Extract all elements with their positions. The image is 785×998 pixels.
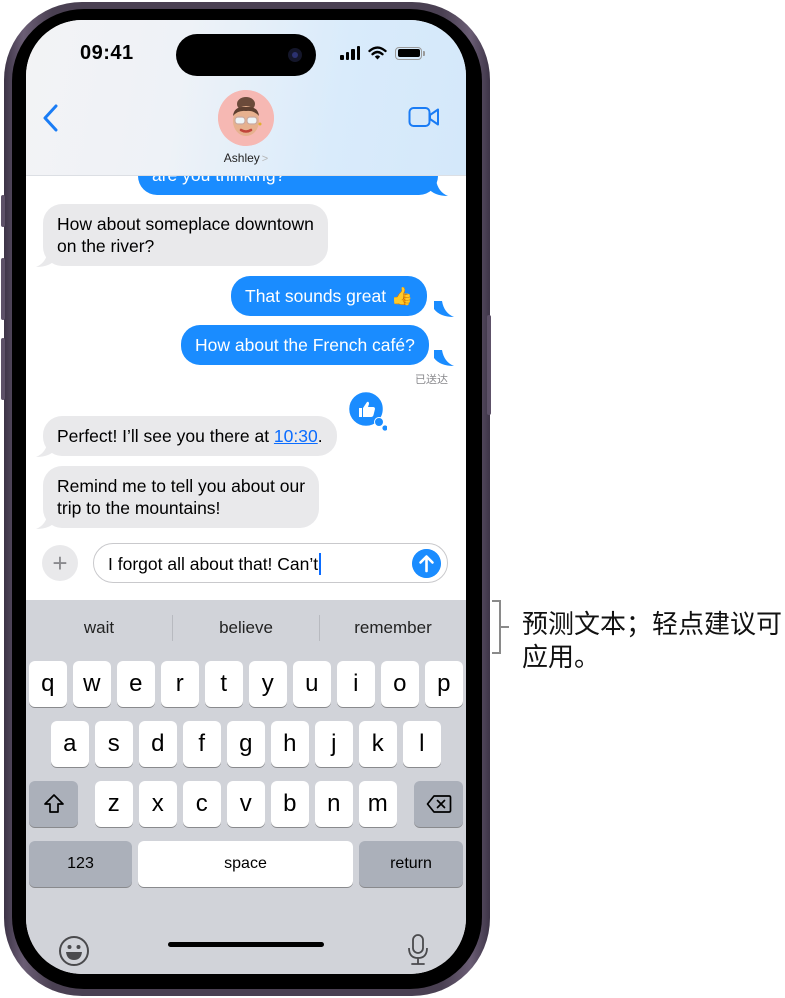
key-c[interactable]: c	[183, 781, 221, 827]
delete-key[interactable]	[414, 781, 463, 827]
battery-full-icon	[395, 46, 425, 60]
delivered-status: 已送达	[415, 374, 448, 386]
microphone-icon[interactable]	[406, 933, 430, 967]
keyboard: wait believe remember qwertyuiop asdfghj…	[26, 600, 466, 974]
thumbs-up-emoji: 👍	[390, 286, 413, 306]
message-bubble-incoming[interactable]: Remind me to tell you about our trip to …	[43, 466, 320, 528]
message-input[interactable]: I forgot all about that! Can’t	[93, 543, 448, 583]
key-y[interactable]: y	[249, 661, 287, 707]
key-b[interactable]: b	[271, 781, 309, 827]
status-time: 09:41	[80, 42, 134, 64]
message-line: on the river?	[57, 236, 155, 256]
text-cursor	[319, 553, 322, 575]
message-line: trip to the mountains!	[57, 498, 221, 518]
bubble-tail	[428, 180, 448, 196]
prediction-suggestion[interactable]: wait	[26, 608, 172, 648]
key-e[interactable]: e	[117, 661, 155, 707]
plus-icon[interactable]: +	[42, 545, 78, 581]
status-icons	[340, 46, 425, 60]
shift-icon	[43, 794, 64, 813]
key-v[interactable]: v	[227, 781, 265, 827]
message-bubble-incoming[interactable]: Perfect! I’ll see you there at 10:30.	[43, 416, 337, 456]
key-s[interactable]: s	[95, 721, 133, 767]
message-line: Remind me to tell you about our	[57, 476, 306, 496]
key-g[interactable]: g	[227, 721, 265, 767]
avatar[interactable]	[218, 90, 274, 146]
volume-down-button	[1, 338, 5, 400]
message-bubble-incoming[interactable]: How about someplace downtown on the rive…	[43, 204, 328, 266]
wifi-icon	[368, 46, 387, 60]
bubble-tail	[36, 441, 56, 457]
annotation-callout: 预测文本；轻点建议可应用。	[522, 610, 783, 673]
predictive-text-bar: wait believe remember	[26, 608, 466, 648]
message-text: .	[317, 426, 323, 446]
key-x[interactable]: x	[139, 781, 177, 827]
message-text: Perfect! I’ll see you there at	[57, 426, 274, 446]
key-f[interactable]: f	[183, 721, 221, 767]
key-p[interactable]: p	[425, 661, 463, 707]
key-n[interactable]: n	[315, 781, 353, 827]
prediction-suggestion[interactable]: remember	[320, 608, 466, 648]
front-camera	[288, 48, 302, 62]
key-w[interactable]: w	[73, 661, 111, 707]
key-k[interactable]: k	[359, 721, 397, 767]
cellular-signal-icon	[340, 46, 360, 60]
key-h[interactable]: h	[271, 721, 309, 767]
side-power-button	[487, 315, 491, 415]
input-value: I forgot all about that! Can’t	[108, 554, 319, 574]
time-link[interactable]: 10:30	[274, 426, 318, 446]
conversation-header: 09:41 Ashley >	[26, 20, 466, 176]
numbers-key[interactable]: 123	[29, 841, 132, 887]
message-text: How about the French café?	[195, 335, 415, 355]
key-z[interactable]: z	[95, 781, 133, 827]
contact-name: Ashley	[223, 151, 260, 165]
return-key[interactable]: return	[359, 841, 463, 887]
key-j[interactable]: j	[315, 721, 353, 767]
bubble-tail	[36, 513, 56, 529]
key-a[interactable]: a	[51, 721, 89, 767]
emoji-smile-icon[interactable]	[58, 935, 90, 967]
key-i[interactable]: i	[337, 661, 375, 707]
shift-key[interactable]	[29, 781, 78, 827]
prediction-suggestion[interactable]: believe	[173, 608, 319, 648]
key-l[interactable]: l	[403, 721, 441, 767]
chevron-left-icon[interactable]	[40, 102, 64, 134]
key-t[interactable]: t	[205, 661, 243, 707]
contact-name-button[interactable]: Ashley >	[26, 151, 466, 165]
key-u[interactable]: u	[293, 661, 331, 707]
arrow-up-icon[interactable]	[412, 549, 441, 578]
video-camera-icon[interactable]	[408, 106, 440, 128]
bubble-tail	[434, 301, 454, 317]
phone-screen: are you thinking? How about someplace do…	[26, 20, 466, 974]
key-o[interactable]: o	[381, 661, 419, 707]
chevron-right-icon: >	[261, 153, 269, 165]
bubble-tail	[434, 350, 454, 366]
message-bubble-outgoing[interactable]: How about the French café?	[181, 325, 429, 365]
dynamic-island	[176, 34, 316, 76]
home-indicator[interactable]	[168, 942, 324, 947]
delete-backspace-icon	[426, 795, 451, 813]
thumbs-up-icon[interactable]	[347, 390, 387, 432]
space-key[interactable]: space	[138, 841, 353, 887]
message-text: That sounds great	[245, 286, 387, 306]
message-bubble-outgoing[interactable]: That sounds great 👍	[231, 276, 427, 316]
key-d[interactable]: d	[139, 721, 177, 767]
key-q[interactable]: q	[29, 661, 67, 707]
action-button	[1, 195, 5, 227]
key-m[interactable]: m	[359, 781, 397, 827]
key-r[interactable]: r	[161, 661, 199, 707]
message-line: How about someplace downtown	[57, 214, 314, 234]
volume-up-button	[1, 258, 5, 320]
memoji-icon	[218, 90, 274, 146]
bubble-tail	[36, 251, 56, 267]
annotation-bracket	[492, 600, 509, 654]
message-input-text[interactable]: I forgot all about that! Can’t	[108, 553, 322, 575]
